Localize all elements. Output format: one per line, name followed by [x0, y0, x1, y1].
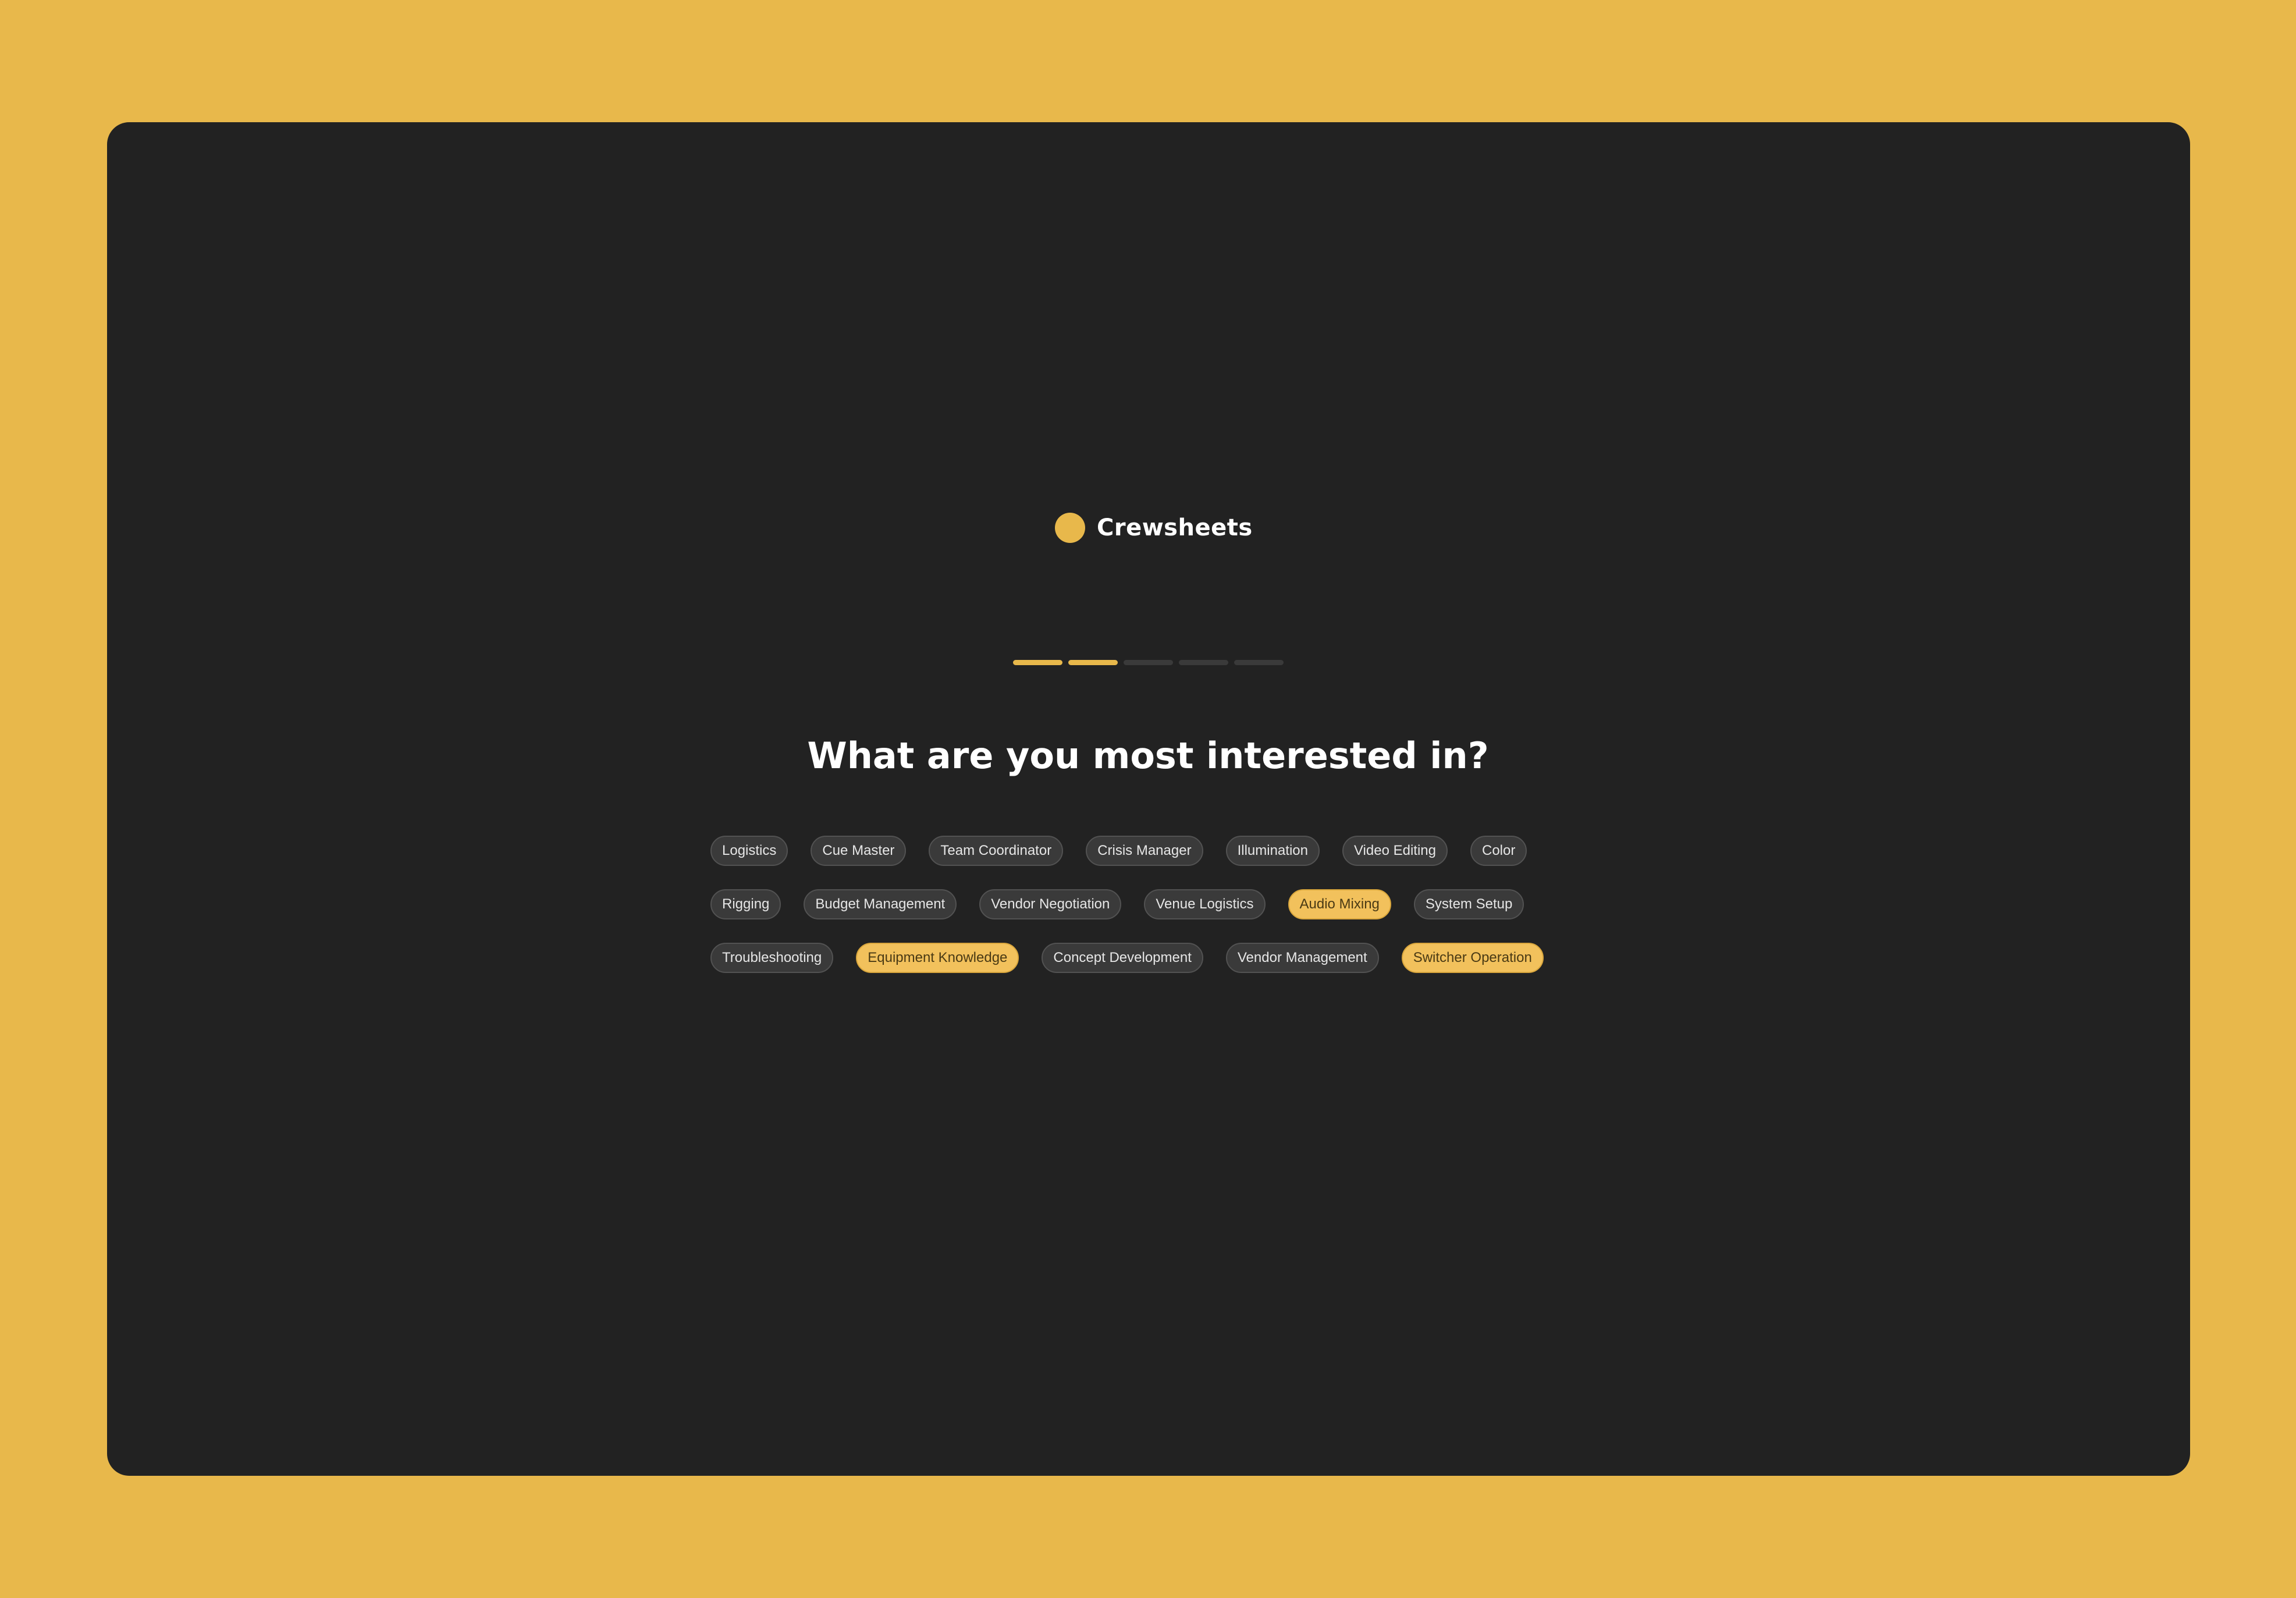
- interest-chip[interactable]: Venue Logistics: [1144, 889, 1266, 919]
- step-progress: [1013, 660, 1284, 665]
- brand: Crewsheets: [1055, 510, 1253, 545]
- interest-chip[interactable]: Vendor Management: [1225, 943, 1379, 973]
- interest-chip[interactable]: Budget Management: [804, 889, 957, 919]
- interest-chip[interactable]: Color: [1470, 836, 1527, 866]
- interest-chip[interactable]: Logistics: [710, 836, 788, 866]
- interest-chip[interactable]: Crisis Manager: [1086, 836, 1203, 866]
- interest-chip[interactable]: Team Coordinator: [929, 836, 1064, 866]
- interest-chip[interactable]: Vendor Negotiation: [979, 889, 1122, 919]
- interest-chip[interactable]: Audio Mixing: [1288, 889, 1391, 919]
- interest-chip-row-1: Logistics Cue Master Team Coordinator Cr…: [710, 836, 1527, 866]
- interest-chip-row-3: Troubleshooting Equipment Knowledge Conc…: [710, 943, 1544, 973]
- interest-chip[interactable]: Switcher Operation: [1401, 943, 1544, 973]
- progress-step-1: [1013, 660, 1062, 665]
- progress-step-5: [1234, 660, 1284, 665]
- interest-chip[interactable]: Troubleshooting: [710, 943, 834, 973]
- question-heading: What are you most interested in?: [807, 734, 1489, 777]
- progress-step-2: [1068, 660, 1118, 665]
- brand-name: Crewsheets: [1097, 514, 1253, 541]
- brand-logo-icon: [1055, 513, 1085, 543]
- interest-chip[interactable]: Equipment Knowledge: [856, 943, 1019, 973]
- progress-step-3: [1124, 660, 1173, 665]
- interest-chip[interactable]: System Setup: [1413, 889, 1524, 919]
- interest-chip[interactable]: Cue Master: [811, 836, 907, 866]
- interest-chip[interactable]: Concept Development: [1042, 943, 1203, 973]
- onboarding-panel: [107, 122, 2190, 1476]
- interest-chip[interactable]: Video Editing: [1342, 836, 1448, 866]
- interest-chip-row-2: Rigging Budget Management Vendor Negotia…: [710, 889, 1524, 919]
- interest-chip[interactable]: Illumination: [1225, 836, 1320, 866]
- interest-chip[interactable]: Rigging: [710, 889, 781, 919]
- progress-step-4: [1179, 660, 1228, 665]
